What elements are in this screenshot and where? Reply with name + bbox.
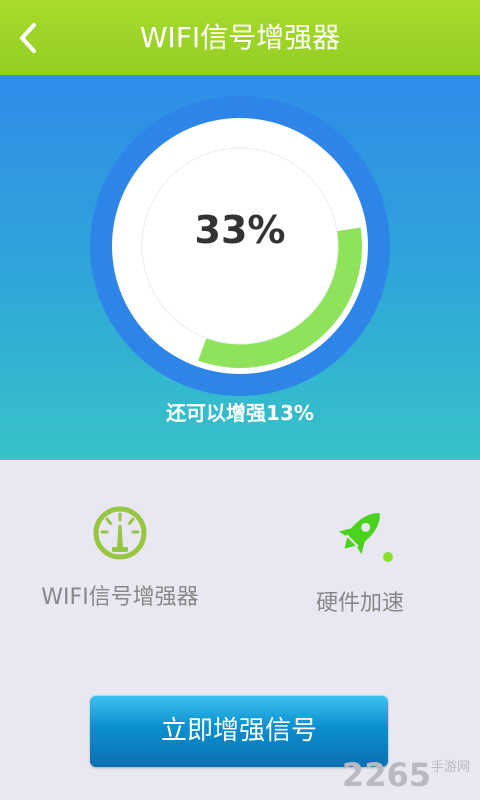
title-bar: WIFI信号增强器 — [0, 0, 480, 75]
signal-panel: 33% 还可以增强13% — [0, 75, 480, 460]
feature-hardware-acceleration[interactable]: 硬件加速 — [260, 505, 460, 617]
page-title: WIFI信号增强器 — [139, 21, 341, 54]
watermark-text: 2265 — [341, 756, 431, 794]
watermark-sub: 手游网 — [430, 760, 470, 775]
feature-signal-booster[interactable]: WIFI信号增强器 — [20, 505, 220, 611]
rocket-icon — [338, 513, 393, 562]
speedometer-icon — [93, 506, 147, 560]
watermark-logo: 2265手游网 — [342, 756, 470, 794]
signal-percent: 33% — [194, 208, 286, 252]
feature-label-signal-booster: WIFI信号增强器 — [41, 585, 199, 610]
feature-label-hardware-acceleration: 硬件加速 — [315, 591, 404, 616]
boost-remaining-text: 还可以增强13% — [166, 401, 314, 425]
